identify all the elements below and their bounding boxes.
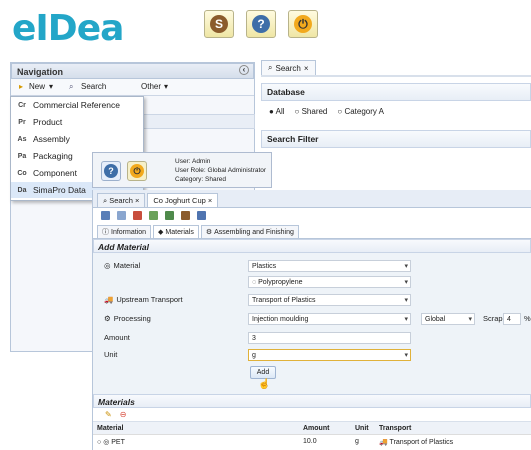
chevron-down-icon: ▾ (49, 82, 54, 91)
truck-icon: 🚚 (104, 295, 114, 304)
search-icon: ⌕ (268, 63, 273, 72)
logout-button[interactable]: ⏻ (127, 161, 147, 181)
scope-select[interactable]: Global ▾ (421, 313, 475, 325)
database-radio-group: ● All ○ Shared ○ Category A (261, 101, 531, 122)
export-icon[interactable] (165, 211, 174, 220)
search-button[interactable]: Search (81, 82, 106, 91)
simapro-button[interactable]: S (204, 10, 234, 38)
eidea-logo: eIDea (12, 8, 162, 49)
transport-select[interactable]: Transport of Plastics ▾ (248, 294, 411, 306)
delete-icon[interactable]: ⊖ (120, 410, 127, 419)
materials-table-header: Material Amount Unit Transport (93, 422, 531, 435)
logout-button[interactable]: ⏻ (288, 10, 318, 38)
tab-materials[interactable]: ◆ Materials (153, 225, 199, 238)
editor-tabs: ⌕ Search × Co Joghurt Cup × (93, 190, 531, 208)
help-button[interactable]: ? (246, 10, 276, 38)
nav-tree-header (143, 114, 255, 129)
chevron-down-icon: ▾ (164, 82, 169, 91)
material-icon: ◎ (104, 261, 111, 270)
logo-text: eIDea (12, 8, 124, 49)
tab-assembling-finishing[interactable]: ⚙ Assembling and Finishing (200, 225, 299, 238)
processing-label: ⚙ Processing (104, 314, 151, 323)
unit-label: Unit (104, 350, 118, 359)
search-tab[interactable]: ⌕ Search × (261, 60, 316, 75)
materials-toolbar: ✎ ⊖ (93, 408, 531, 422)
upstream-transport-label: 🚚 Upstream Transport (104, 295, 183, 304)
navigation-toolbar: ▸ New ▾ ⌕ Search Other ▾ (11, 79, 254, 96)
copy-icon[interactable] (117, 211, 126, 220)
help-icon: ? (104, 164, 118, 178)
close-icon[interactable]: × (304, 64, 309, 73)
delete-icon[interactable] (133, 211, 142, 220)
processing-icon: ⚙ (104, 314, 111, 323)
editor-toolbar (93, 208, 531, 223)
truck-icon: 🚚 (379, 438, 388, 446)
collapse-icon[interactable]: ‹ (239, 65, 249, 75)
close-icon: × (134, 196, 140, 205)
cursor-hand-icon: ☝ (258, 379, 271, 390)
new-folder-icon: ▸ (19, 82, 24, 91)
search-icon: ⌕ (103, 195, 108, 205)
radio-category-a[interactable]: ○ Category A (337, 107, 384, 116)
search-filter-title: Search Filter (261, 130, 531, 148)
new-menu-button[interactable]: New (29, 82, 45, 91)
polypropylene-icon: ◌ (252, 278, 257, 286)
user-popup: ? ⏻ User: Admin User Role: Global Admini… (92, 152, 272, 188)
help-button[interactable]: ? (101, 161, 121, 181)
recycle-icon[interactable] (149, 211, 158, 220)
power-icon: ⏻ (294, 15, 312, 33)
info-icon: ⓘ (102, 229, 109, 236)
material-sub-select[interactable]: ◌ Polypropylene ▾ (248, 276, 411, 288)
scrap-label: Scrap (483, 314, 503, 323)
search-window: ⌕ Search × Database ● All ○ Shared ○ Categ… (261, 60, 531, 160)
navigation-title: Navigation ‹ (11, 63, 254, 79)
save-icon[interactable] (101, 211, 110, 220)
other-menu-button[interactable]: Other (141, 82, 161, 91)
row-radio: ○ (97, 438, 102, 446)
editor-subtabs: ⓘ Information ◆ Materials ⚙ Assembling and … (93, 223, 531, 239)
edit-icon[interactable]: ✎ (105, 410, 112, 419)
amount-label: Amount (104, 333, 130, 342)
processing-select[interactable]: Injection moulding ▾ (248, 313, 411, 325)
radio-shared[interactable]: ○ Shared (295, 107, 328, 116)
user-info: User: Admin User Role: Global Administra… (175, 158, 267, 183)
menu-item-product[interactable]: Pr Product (11, 114, 143, 131)
tab-search[interactable]: ⌕ Search × (97, 193, 146, 207)
simapro-icon[interactable] (181, 211, 190, 220)
pet-icon: ◎ (103, 438, 110, 446)
unit-select[interactable]: g ▾ (248, 349, 411, 361)
percent-label: % (524, 314, 531, 323)
table-row[interactable]: ○ ◎ PET 10.0 g 🚚 Transport of Plastics (93, 435, 531, 448)
help-icon: ? (252, 15, 270, 33)
scrap-input[interactable]: 4 (503, 313, 521, 325)
add-button[interactable]: Add (250, 366, 276, 379)
close-icon: × (207, 196, 213, 205)
material-select[interactable]: Plastics ▾ (248, 260, 411, 272)
amount-input[interactable]: 3 (248, 332, 411, 344)
materials-section-title: Materials (93, 394, 531, 408)
add-material-title: Add Material (93, 239, 531, 253)
database-section-title: Database (261, 83, 531, 101)
menu-item-assembly[interactable]: As Assembly (11, 131, 143, 148)
component-icon: Co (153, 196, 163, 205)
refresh-icon[interactable] (197, 211, 206, 220)
material-label: ◎ Material (104, 261, 141, 270)
simapro-icon: S (210, 15, 228, 33)
add-material-form: Add Material ◎ Material Plastics ▾ ◌ Polyp… (93, 239, 531, 394)
radio-all[interactable]: ● All (269, 107, 285, 116)
tab-information[interactable]: ⓘ Information (97, 225, 152, 238)
menu-item-commercial-reference[interactable]: Cr Commercial Reference (11, 97, 143, 114)
assembly-icon: ⚙ (205, 229, 213, 236)
tab-joghurt-cup[interactable]: Co Joghurt Cup × (147, 193, 219, 207)
search-icon: ⌕ (69, 82, 74, 91)
editor-window: ⌕ Search × Co Joghurt Cup × ⓘ Information ◆ Ma… (92, 190, 531, 450)
power-icon: ⏻ (130, 164, 144, 178)
materials-icon: ◆ (158, 229, 164, 236)
